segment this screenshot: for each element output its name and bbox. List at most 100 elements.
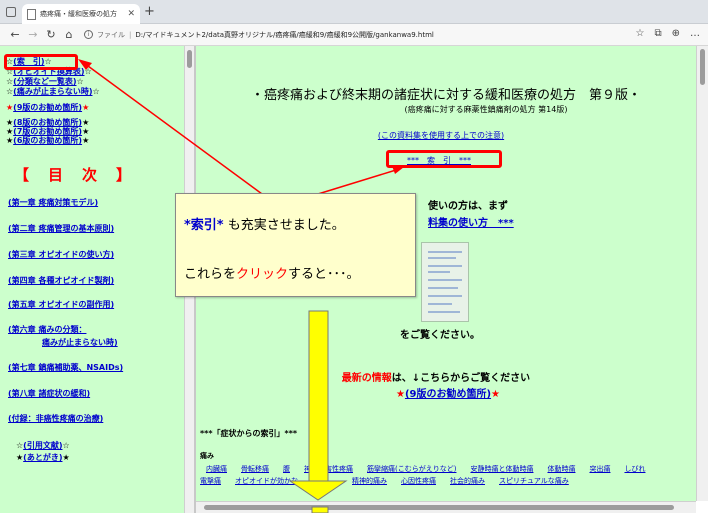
pain-link[interactable]: 精神的痛み: [352, 476, 387, 486]
forward-button[interactable]: →: [24, 28, 42, 41]
right-scrollbar[interactable]: [696, 46, 708, 501]
toolbar-icons: ☆ ⧉ ⊕ …: [636, 28, 701, 39]
classification-link-row: ☆(分類など一覧表)☆: [6, 77, 100, 87]
tab-title: 癌疼痛・緩和医療の処方 第9版: [40, 10, 123, 18]
star-icon: ☆: [84, 67, 92, 76]
pain-link[interactable]: 腹: [283, 464, 290, 474]
pain-uncontrolled-link[interactable]: (痛みが止まらない時): [13, 87, 92, 96]
index-highlight-box: [4, 54, 78, 70]
pain-link[interactable]: 内臓痛: [206, 464, 227, 474]
chapter-7-link[interactable]: (第七章 鎮痛補助薬、NSAIDs): [8, 362, 123, 374]
pain-link[interactable]: 神経障害性疼痛: [304, 464, 353, 474]
callout-line-2-rest: すると･･･。: [288, 267, 360, 282]
pain-link[interactable]: スピリチュアルな痛み: [499, 476, 569, 486]
older-recommend-list: ★(8版のお勧め箇所)★ ★(7版のお勧め箇所)★ ★(6版のお勧め箇所)★: [6, 118, 89, 145]
pain-link[interactable]: 社会的痛み: [450, 476, 485, 486]
pain-link[interactable]: オピオイドが効かな: [235, 476, 298, 486]
star-icon: ★: [62, 453, 70, 462]
callout-line-2: これらをクリックすると･･･。: [184, 263, 360, 282]
recommend-9-link[interactable]: (9版のお勧め箇所): [13, 103, 82, 112]
close-icon[interactable]: ✕: [127, 9, 135, 19]
favorite-star-icon[interactable]: ☆: [636, 28, 645, 39]
more-menu-icon[interactable]: …: [690, 28, 700, 39]
appendix-link[interactable]: (付録：非癌性疼痛の治療): [8, 413, 103, 425]
references-link[interactable]: (引用文献): [23, 441, 62, 450]
pain-link[interactable]: 筋攣縮痛(こむらがえりなど): [367, 464, 456, 474]
chapter-5-link[interactable]: (第五章 オピオイドの副作用): [8, 299, 114, 311]
recommend-8-link[interactable]: (8版のお勧め箇所): [13, 118, 82, 127]
page-subtitle: (癌疼痛に対する麻薬性鎮痛剤の処方 第14版): [404, 105, 568, 114]
howto-text: 使いの方は、まず: [428, 201, 508, 212]
latest-link-row: ★(9版のお勧め箇所)★: [196, 385, 696, 400]
chapter-1-link[interactable]: (第一章 疼痛対策モデル): [8, 197, 98, 209]
star-icon: ★: [395, 389, 405, 400]
reload-button[interactable]: ↻: [42, 28, 60, 41]
afterword-row: ★(あとがき)★: [16, 452, 70, 463]
usage-note-row: (この資料集を使用する上での注意): [196, 130, 696, 141]
document-thumbnail[interactable]: [421, 242, 469, 322]
pain-link-row-1: 内臓痛 骨転移痛 腹 神経障害性疼痛 筋攣縮痛(こむらがえりなど) 安静時痛と体…: [206, 464, 645, 474]
address-bar: ← → ↻ ⌂ i ファイル | D:/マイドキュメント2/data真野オリジナ…: [0, 24, 708, 46]
pain-link[interactable]: 骨転移痛: [241, 464, 269, 474]
pain-link-row-2: 電撃痛 オピオイドが効かな 精神的痛み 心因性疼痛 社会的痛み スピリチュアルな…: [200, 476, 569, 486]
star-icon: ★: [82, 118, 90, 127]
page-icon: [27, 8, 36, 20]
please-see-text: をご覧ください。: [400, 330, 480, 341]
horizontal-scrollbar-thumb[interactable]: [204, 505, 674, 510]
chapter-6-link-cont[interactable]: 痛みが止まらない時): [42, 337, 118, 348]
star-icon: ☆: [92, 87, 100, 96]
home-button[interactable]: ⌂: [60, 28, 78, 41]
split-screen-icon[interactable]: ⧉: [654, 28, 661, 39]
callout-box: *索引* も充実させました。 これらをクリックすると･･･。: [175, 193, 416, 297]
pain-link[interactable]: 体動時痛: [547, 464, 575, 474]
usage-note-link[interactable]: (この資料集を使用する上での注意): [378, 131, 504, 140]
latest-info-rest: は、↓こちらからご覧ください: [391, 373, 531, 384]
afterword-link[interactable]: (あとがき): [23, 453, 62, 462]
callout-line-1: *索引* も充実させました。: [184, 214, 345, 233]
recommend-6-link[interactable]: (6版のお勧め箇所): [13, 136, 82, 145]
pain-link[interactable]: 安静時痛と体動時痛: [470, 464, 533, 474]
tab-active[interactable]: 癌疼痛・緩和医療の処方 第9版 ✕: [22, 4, 140, 24]
pain-link[interactable]: 電撃痛: [200, 476, 221, 486]
classification-link[interactable]: (分類など一覧表): [13, 77, 76, 86]
pain-link[interactable]: しびれ: [624, 464, 645, 474]
latest-info-keyword: 最新の情報: [341, 373, 392, 384]
recommend-7-row: ★(7版のお勧め箇所)★: [6, 127, 89, 136]
index-main-highlight-box: [386, 150, 502, 168]
left-scrollbar-thumb[interactable]: [187, 50, 192, 68]
recommend-6-row: ★(6版のお勧め箇所)★: [6, 136, 89, 145]
chapter-3-link[interactable]: (第三章 オピオイドの使い方): [8, 249, 114, 261]
tab-bar: 癌疼痛・緩和医療の処方 第9版 ✕ +: [0, 0, 708, 24]
star-icon: ★: [82, 136, 90, 145]
chapter-2-link[interactable]: (第二章 疼痛管理の基本原則): [8, 223, 114, 235]
back-button[interactable]: ←: [6, 28, 24, 41]
chapter-8-link[interactable]: (第八章 諸症状の緩和): [8, 388, 90, 400]
symptom-index-heading: ***「症状からの索引」***: [200, 429, 298, 438]
references-row: ☆(引用文献)☆: [16, 440, 70, 451]
url-text[interactable]: D:/マイドキュメント2/data真野オリジナル/癌疼痛/癌緩和9/癌緩和9公開…: [135, 30, 434, 40]
new-tab-button[interactable]: +: [144, 5, 155, 18]
latest-info-text: 最新の情報は、↓こちらからご覧ください: [196, 369, 696, 384]
recommend-7-link[interactable]: (7版のお勧め箇所): [13, 127, 82, 136]
toc-title: 【 目 次 】: [14, 166, 134, 184]
pain-link[interactable]: 心因性疼痛: [401, 476, 436, 486]
recommend-9-main-link[interactable]: (9版のお勧め箇所): [405, 389, 491, 400]
star-icon: ☆: [76, 77, 84, 86]
recommend-row: ★(9版のお勧め箇所)★: [6, 102, 89, 113]
info-icon[interactable]: i: [84, 30, 93, 39]
callout-keyword-index: *索引*: [184, 218, 224, 233]
chapter-6-link[interactable]: (第六章 痛みの分類：: [8, 324, 86, 336]
url-field[interactable]: i ファイル | D:/マイドキュメント2/data真野オリジナル/癌疼痛/癌緩…: [84, 27, 554, 43]
star-icon: ★: [82, 103, 90, 112]
callout-line-2-prefix: これらを: [184, 267, 237, 282]
horizontal-scrollbar[interactable]: [196, 501, 696, 513]
howto-link[interactable]: 料集の使い方 ***: [428, 214, 514, 229]
right-scrollbar-thumb[interactable]: [700, 49, 705, 85]
star-icon: ☆: [62, 441, 70, 450]
recommend-8-row: ★(8版のお勧め箇所)★: [6, 118, 89, 127]
star-icon: ★: [491, 389, 501, 400]
chapter-4-link[interactable]: (第四章 各種オピオイド製剤): [8, 275, 114, 287]
tab-actions-icon[interactable]: [6, 7, 16, 17]
collections-icon[interactable]: ⊕: [672, 28, 680, 39]
pain-link[interactable]: 突出痛: [589, 464, 610, 474]
